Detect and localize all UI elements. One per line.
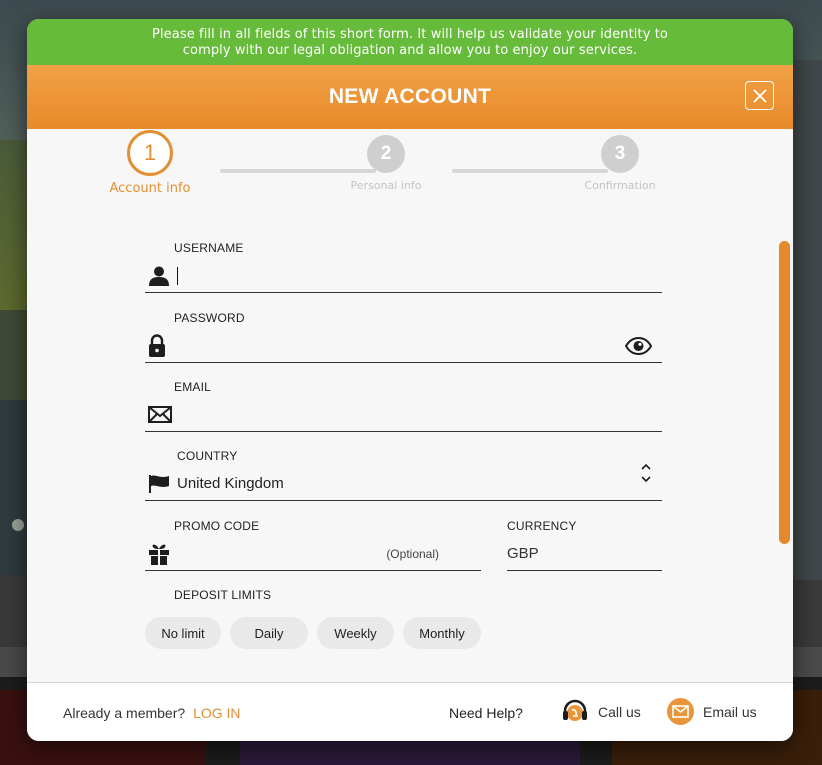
email-us-label: Email us [703,703,757,720]
currency-row: GBP [507,537,662,571]
bg-carousel-dot [12,519,24,531]
step-label: Account info [109,181,191,196]
notice-line-2: comply with our legal obligation and all… [182,43,638,58]
step-number: 1 [127,130,173,176]
envelope-icon [145,406,177,423]
currency-field: CURRENCY GBP [507,519,662,571]
notice-line-1: Please fill in all fields of this short … [152,27,668,42]
password-field: PASSWORD [145,311,662,363]
modal-header: NEW ACCOUNT [27,65,793,129]
modal-footer: Already a member? LOG IN Need Help? Call… [27,682,793,741]
limit-option-no-limit[interactable]: No limit [145,617,221,649]
promo-code-label: PROMO CODE [174,519,260,533]
deposit-limits-field: DEPOSIT LIMITS [174,588,271,602]
password-input[interactable] [177,332,625,359]
country-select[interactable]: United Kingdom [145,463,662,501]
close-icon [752,88,767,103]
lock-icon [145,333,177,358]
limit-option-monthly[interactable]: Monthly [403,617,481,649]
limit-option-daily[interactable]: Daily [230,617,308,649]
country-label: COUNTRY [177,449,238,463]
country-field[interactable]: COUNTRY United Kingdom [145,449,662,501]
chevron-up-down-icon [640,462,652,488]
limit-option-weekly[interactable]: Weekly [317,617,394,649]
currency-value: GBP [507,545,539,562]
step-confirmation: 3 Confirmation [580,135,660,192]
bg-panel [792,60,822,580]
headset-icon [563,699,587,721]
call-us-button[interactable]: Call us [561,698,641,726]
step-number: 3 [601,135,639,173]
need-help-text: Need Help? [449,705,523,721]
promo-code-field: PROMO CODE (Optional) [145,519,481,571]
step-account-info: 1 Account info [108,130,192,196]
username-row [145,259,662,293]
gift-icon [145,543,177,565]
deposit-limit-options: No limit Daily Weekly Monthly [145,617,481,649]
member-prompt: Already a member? LOG IN [63,705,241,721]
username-label: USERNAME [174,241,244,255]
currency-label: CURRENCY [507,519,577,533]
email-us-button[interactable]: Email us [667,698,757,725]
password-row [145,329,662,363]
step-label: Personal info [350,179,422,192]
username-input[interactable] [178,262,662,289]
step-number: 2 [367,135,405,173]
mail-icon [667,698,694,725]
password-label: PASSWORD [174,311,245,325]
step-label: Confirmation [584,179,656,192]
promo-code-row: (Optional) [145,537,481,571]
member-text: Already a member? [63,705,186,721]
close-button[interactable] [745,81,774,110]
email-field: EMAIL [145,380,662,432]
promo-code-input[interactable] [177,540,387,567]
email-input[interactable] [177,401,662,428]
step-personal-info: 2 Personal info [346,135,426,192]
modal-title: NEW ACCOUNT [328,85,492,108]
deposit-limits-label: DEPOSIT LIMITS [174,588,272,602]
call-us-label: Call us [598,704,641,720]
info-notice: Please fill in all fields of this short … [27,19,793,65]
username-field: USERNAME [145,241,662,293]
modal-scrollbar[interactable] [779,241,790,544]
country-selected-value: United Kingdom [177,475,284,492]
email-label: EMAIL [174,380,212,394]
optional-hint: (Optional) [386,546,439,561]
email-row [145,398,662,432]
flag-icon [145,474,177,494]
user-icon [145,265,177,287]
login-link[interactable]: LOG IN [193,705,240,721]
eye-icon[interactable] [625,336,652,355]
